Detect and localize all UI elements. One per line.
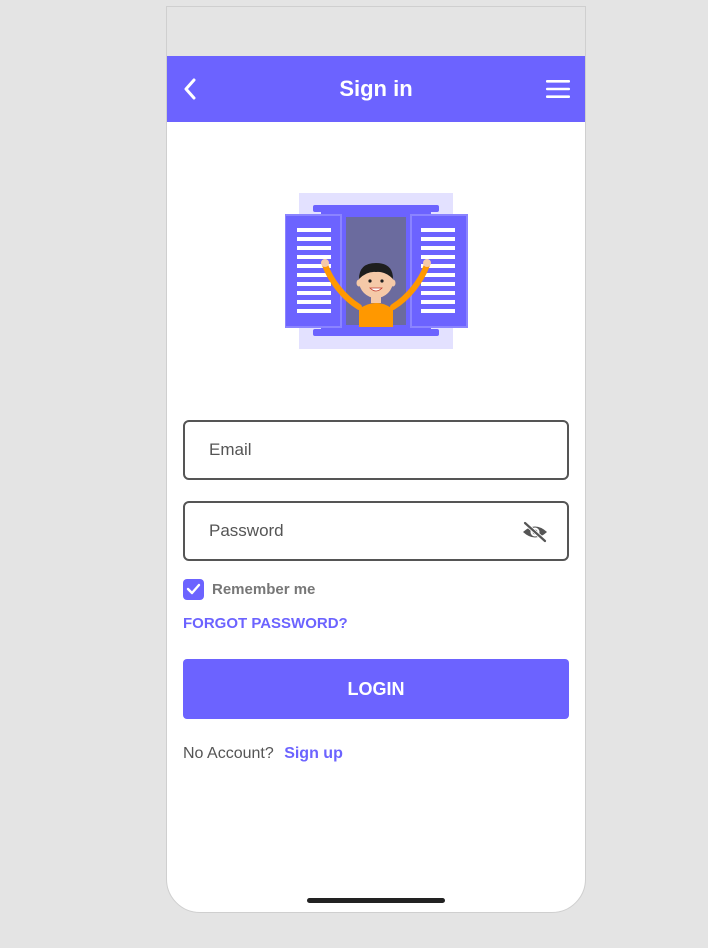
remember-me-label: Remember me: [212, 580, 316, 598]
email-input[interactable]: [185, 422, 567, 478]
phone-frame: Sign in Email Remember me FORGOT PASSWOR…: [166, 6, 586, 913]
email-field[interactable]: [183, 420, 569, 480]
app-bar: Sign in: [167, 56, 585, 122]
sign-up-link[interactable]: Sign up: [284, 745, 343, 762]
login-button[interactable]: LOGIN: [183, 659, 569, 719]
chevron-left-icon: [184, 78, 196, 100]
remember-me-checkbox[interactable]: Remember me: [183, 578, 315, 600]
checkmark-icon: [186, 583, 201, 595]
window-bottom-beam: [313, 329, 439, 336]
shirt: [359, 303, 393, 327]
checkbox-checked[interactable]: [183, 578, 204, 600]
left-hand: [321, 259, 329, 267]
page-title: Sign in: [339, 76, 413, 101]
menu-button[interactable]: [545, 78, 571, 100]
status-bar-area: [167, 7, 585, 56]
hamburger-menu-icon: [546, 80, 570, 98]
person-waving-from-window-illustration: [285, 193, 468, 349]
left-eye: [368, 279, 372, 283]
password-input[interactable]: [185, 503, 567, 559]
back-button[interactable]: [179, 76, 201, 102]
right-ear: [390, 279, 396, 287]
right-hand: [423, 259, 431, 267]
password-field[interactable]: [183, 501, 569, 561]
home-indicator[interactable]: [307, 898, 445, 903]
left-ear: [356, 279, 362, 287]
signup-row: No Account? Sign up: [183, 745, 343, 763]
eye-slash-icon: [523, 521, 547, 543]
no-account-text: No Account?: [183, 745, 274, 762]
password-visibility-toggle[interactable]: [521, 520, 549, 544]
forgot-password-link[interactable]: FORGOT PASSWORD?: [183, 615, 348, 632]
right-eye: [380, 279, 384, 283]
window-top-beam: [313, 205, 439, 212]
